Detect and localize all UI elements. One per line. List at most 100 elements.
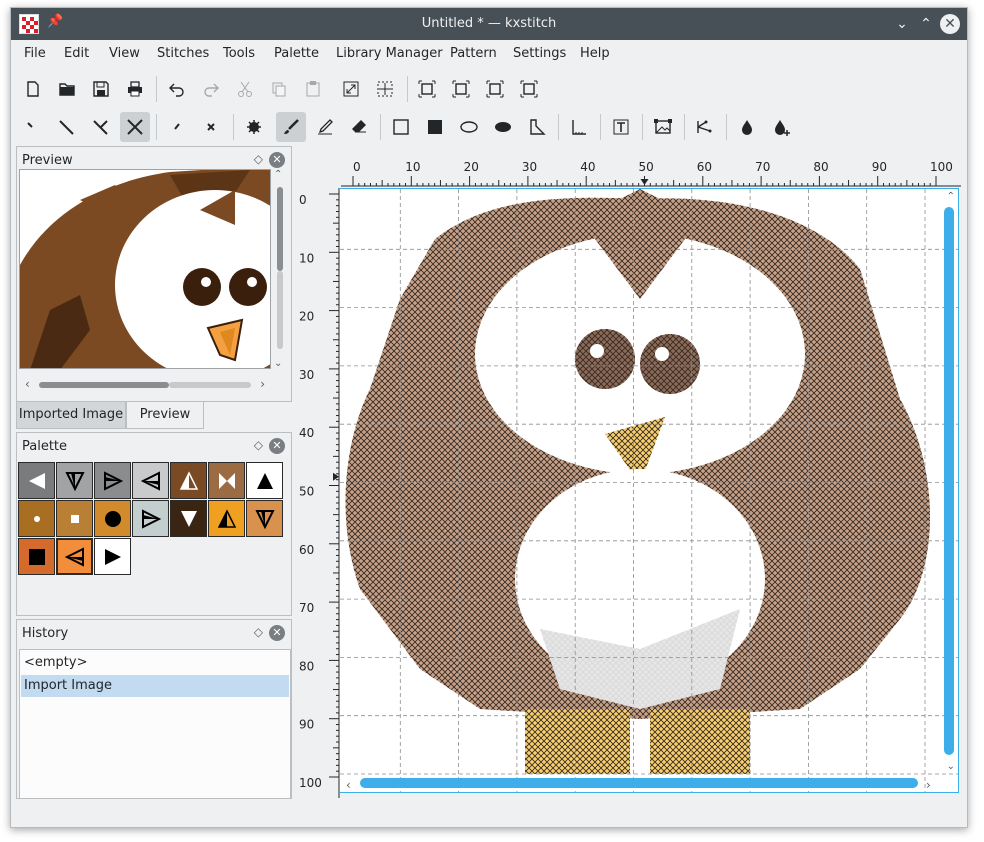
french-knot-icon[interactable] (239, 112, 269, 142)
palette-color-swatch[interactable] (94, 538, 131, 575)
owl-pattern (340, 189, 958, 792)
ruler-tick-label: 10 (299, 251, 314, 265)
save-icon[interactable] (86, 74, 116, 104)
new-icon[interactable] (18, 74, 48, 104)
open-icon[interactable] (52, 74, 82, 104)
palette-color-swatch[interactable] (246, 462, 283, 499)
menu-view[interactable]: View (109, 46, 140, 61)
actual-size-icon[interactable] (514, 74, 544, 104)
float-icon[interactable]: ◇ (254, 625, 263, 639)
ruler-tick-label: 90 (872, 160, 887, 174)
tab-imported-image[interactable]: Imported Image (16, 401, 126, 429)
preview-canvas[interactable] (19, 169, 271, 369)
small-full-stitch-icon[interactable] (196, 112, 226, 142)
half-stitch-icon[interactable] (52, 112, 82, 142)
fit-page-icon[interactable] (336, 74, 366, 104)
history-dock-title: History (22, 626, 69, 641)
close-icon[interactable]: ✕ (269, 152, 285, 168)
undo-icon[interactable] (162, 74, 192, 104)
float-icon[interactable]: ◇ (254, 438, 263, 452)
ruler-tick-label: 20 (299, 310, 314, 324)
close-window-button[interactable]: ✕ (940, 14, 960, 34)
ruler-tick-label: 50 (639, 160, 654, 174)
rectangle-outline-icon[interactable] (386, 112, 416, 142)
palette-color-swatch[interactable] (208, 500, 245, 537)
select-all-icon[interactable] (370, 74, 400, 104)
cut-icon[interactable] (230, 74, 260, 104)
alphabet-icon[interactable] (648, 112, 678, 142)
polygon-icon[interactable] (522, 112, 552, 142)
minimize-button[interactable]: ⌄ (891, 13, 913, 35)
float-icon[interactable]: ◇ (254, 152, 263, 166)
palette-color-swatch[interactable] (94, 462, 131, 499)
scroll-down-icon[interactable]: ⌄ (947, 761, 955, 772)
quarter-stitch-icon[interactable] (18, 112, 48, 142)
backstitch-icon[interactable] (564, 112, 594, 142)
paste-icon[interactable] (298, 74, 328, 104)
close-icon[interactable]: ✕ (269, 438, 285, 454)
title-bar[interactable]: 📌 Untitled * — kxstitch ⌄ ⌃ ✕ (11, 8, 967, 40)
print-icon[interactable] (120, 74, 150, 104)
small-half-stitch-icon[interactable] (162, 112, 192, 142)
palette-color-swatch[interactable] (132, 462, 169, 499)
palette-color-swatch[interactable] (208, 462, 245, 499)
ruler-tick-label: 0 (353, 160, 361, 174)
erase-icon[interactable] (344, 112, 374, 142)
palette-color-swatch[interactable] (18, 462, 55, 499)
three-quarter-stitch-icon[interactable] (86, 112, 116, 142)
ellipse-fill-icon[interactable] (488, 112, 518, 142)
tab-preview[interactable]: Preview (126, 401, 204, 429)
draw-icon[interactable] (310, 112, 340, 142)
canvas-horizontal-scrollbar[interactable] (360, 778, 918, 788)
palette-color-swatch[interactable] (132, 500, 169, 537)
color-picker-icon[interactable] (732, 112, 762, 142)
pattern-canvas[interactable]: ⌃ ⌄ ‹ › (339, 188, 959, 793)
scroll-up-icon[interactable]: ⌃ (947, 191, 955, 202)
preview-horizontal-scrollbar[interactable]: ‹ › (19, 377, 271, 393)
palette-color-swatch[interactable] (18, 500, 55, 537)
full-stitch-icon[interactable] (120, 112, 150, 142)
palette-color-swatch[interactable] (18, 538, 55, 575)
preview-dock: Preview ◇ ✕ ⌃ ⌄ ‹ › (16, 146, 292, 402)
menu-edit[interactable]: Edit (64, 46, 89, 61)
scroll-right-icon[interactable]: › (926, 778, 931, 792)
menu-file[interactable]: File (24, 46, 46, 61)
palette-color-swatch[interactable] (170, 462, 207, 499)
menu-help[interactable]: Help (580, 46, 610, 61)
canvas-vertical-scrollbar[interactable] (944, 207, 954, 755)
palette-color-swatch[interactable] (56, 462, 93, 499)
ruler-tick-label: 80 (299, 659, 314, 673)
maximize-button[interactable]: ⌃ (915, 13, 937, 35)
fit-width-icon[interactable] (412, 74, 442, 104)
palette-dock-title: Palette (22, 439, 68, 454)
close-icon[interactable]: ✕ (269, 625, 285, 641)
menu-tools[interactable]: Tools (223, 46, 255, 61)
ellipse-outline-icon[interactable] (454, 112, 484, 142)
palette-color-swatch[interactable] (94, 500, 131, 537)
menu-stitches[interactable]: Stitches (157, 46, 209, 61)
zoom-fit-icon[interactable] (480, 74, 510, 104)
palette-color-swatch[interactable] (246, 500, 283, 537)
history-item[interactable]: Import Image (21, 675, 289, 697)
palette-color-swatch[interactable] (170, 500, 207, 537)
alignment-icon[interactable] (690, 112, 720, 142)
menu-palette[interactable]: Palette (274, 46, 319, 61)
paint-icon[interactable] (276, 112, 306, 142)
text-icon[interactable] (606, 112, 636, 142)
menu-pattern[interactable]: Pattern (450, 46, 497, 61)
palette-color-swatch[interactable] (56, 538, 93, 575)
menu-library-manager[interactable]: Library Manager (336, 46, 443, 61)
history-item[interactable]: <empty> (21, 652, 289, 674)
copy-icon[interactable] (264, 74, 294, 104)
scroll-left-icon[interactable]: ‹ (346, 778, 351, 792)
stitch-toolbar (11, 108, 967, 146)
palette-color-swatch[interactable] (56, 500, 93, 537)
fit-height-icon[interactable] (446, 74, 476, 104)
menu-settings[interactable]: Settings (513, 46, 566, 61)
window-title: Untitled * — kxstitch (421, 16, 557, 31)
redo-icon[interactable] (196, 74, 226, 104)
add-color-icon[interactable] (766, 112, 796, 142)
preview-vertical-scrollbar[interactable]: ⌃ ⌄ (272, 169, 288, 369)
preview-dock-title: Preview (22, 153, 73, 168)
rectangle-fill-icon[interactable] (420, 112, 450, 142)
